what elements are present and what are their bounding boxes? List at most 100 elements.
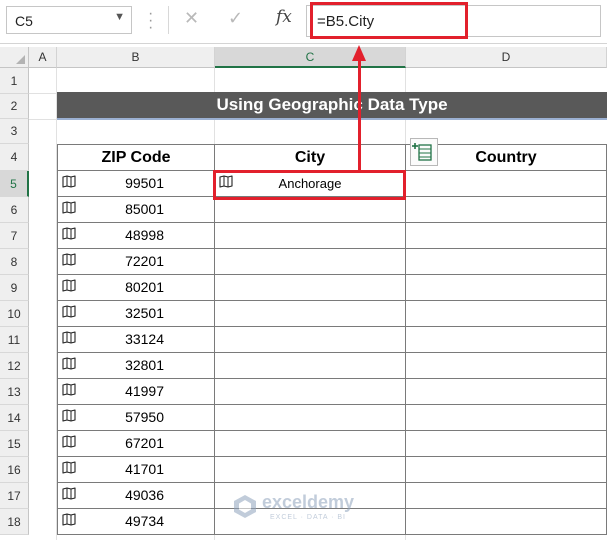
header-zip-code[interactable]: ZIP Code xyxy=(57,144,215,171)
zip-value: 41997 xyxy=(125,383,164,399)
city-cell[interactable] xyxy=(215,379,406,405)
country-cell[interactable] xyxy=(406,275,607,301)
drag-handle-icon[interactable]: · · · xyxy=(148,6,153,36)
map-icon xyxy=(62,435,76,448)
row-header-18[interactable]: 18 xyxy=(0,509,29,535)
watermark-name: exceldemy xyxy=(262,492,355,512)
city-cell[interactable] xyxy=(215,197,406,223)
column-header-d[interactable]: D xyxy=(406,47,607,68)
zip-cell[interactable]: 80201 xyxy=(57,275,215,301)
divider xyxy=(168,6,169,34)
country-cell[interactable] xyxy=(406,379,607,405)
row-header-15[interactable]: 15 xyxy=(0,431,29,457)
select-all-corner[interactable] xyxy=(0,47,29,68)
title-underline xyxy=(57,118,607,120)
name-box[interactable]: C5 ▼ xyxy=(6,6,132,34)
row-header-5[interactable]: 5 xyxy=(0,171,29,197)
map-icon xyxy=(62,279,76,292)
row-header-16[interactable]: 16 xyxy=(0,457,29,483)
row-header-9[interactable]: 9 xyxy=(0,275,29,301)
row-header-8[interactable]: 8 xyxy=(0,249,29,275)
city-cell[interactable] xyxy=(215,431,406,457)
formula-bar: C5 ▼ · · · ✕ ✓ fx =B5.City xyxy=(0,0,607,44)
insert-data-button[interactable] xyxy=(410,138,438,166)
country-cell[interactable] xyxy=(406,327,607,353)
zip-cell[interactable]: 41997 xyxy=(57,379,215,405)
zip-value: 41701 xyxy=(125,461,164,477)
country-cell[interactable] xyxy=(406,301,607,327)
column-header-a[interactable]: A xyxy=(29,47,57,68)
city-cell[interactable] xyxy=(215,223,406,249)
zip-cell[interactable]: 48998 xyxy=(57,223,215,249)
column-header-c[interactable]: C xyxy=(215,47,406,68)
zip-value: 67201 xyxy=(125,435,164,451)
country-cell[interactable] xyxy=(406,431,607,457)
map-icon xyxy=(62,487,76,500)
country-cell[interactable] xyxy=(406,249,607,275)
country-cell[interactable] xyxy=(406,223,607,249)
zip-cell[interactable]: 85001 xyxy=(57,197,215,223)
row-header-1[interactable]: 1 xyxy=(0,68,29,94)
city-cell[interactable] xyxy=(215,457,406,483)
zip-cell[interactable]: 32501 xyxy=(57,301,215,327)
row-header-10[interactable]: 10 xyxy=(0,301,29,327)
watermark-tagline: EXCEL · DATA · BI xyxy=(270,514,346,521)
zip-value: 33124 xyxy=(125,331,164,347)
watermark: exceldemy EXCEL · DATA · BI xyxy=(232,491,382,527)
country-cell[interactable] xyxy=(406,509,607,535)
city-cell[interactable] xyxy=(215,353,406,379)
row-header-7[interactable]: 7 xyxy=(0,223,29,249)
zip-cell[interactable]: 49734 xyxy=(57,509,215,535)
zip-cell[interactable]: 57950 xyxy=(57,405,215,431)
row-header-2[interactable]: 2 xyxy=(0,94,29,119)
insert-function-icon[interactable]: fx xyxy=(276,7,292,27)
zip-cell[interactable]: 32801 xyxy=(57,353,215,379)
city-cell[interactable] xyxy=(215,405,406,431)
zip-value: 57950 xyxy=(125,409,164,425)
zip-cell[interactable]: 72201 xyxy=(57,249,215,275)
map-icon xyxy=(62,513,76,526)
map-icon xyxy=(62,305,76,318)
row-header-12[interactable]: 12 xyxy=(0,353,29,379)
row-header-3[interactable]: 3 xyxy=(0,119,29,144)
map-icon xyxy=(62,383,76,396)
zip-cell[interactable]: 33124 xyxy=(57,327,215,353)
country-cell[interactable] xyxy=(406,405,607,431)
zip-value: 32501 xyxy=(125,305,164,321)
zip-cell[interactable]: 67201 xyxy=(57,431,215,457)
zip-cell[interactable]: 49036 xyxy=(57,483,215,509)
country-cell[interactable] xyxy=(406,197,607,223)
country-cell[interactable] xyxy=(406,171,607,197)
city-cell[interactable] xyxy=(215,327,406,353)
zip-value: 85001 xyxy=(125,201,164,217)
zip-value: 49036 xyxy=(125,487,164,503)
enter-icon[interactable]: ✓ xyxy=(228,8,243,29)
city-cell[interactable] xyxy=(215,301,406,327)
row-header-17[interactable]: 17 xyxy=(0,483,29,509)
insert-data-icon xyxy=(412,143,432,161)
map-icon xyxy=(62,227,76,240)
zip-value: 99501 xyxy=(125,175,164,191)
country-cell[interactable] xyxy=(406,483,607,509)
row-header-11[interactable]: 11 xyxy=(0,327,29,353)
country-cell[interactable] xyxy=(406,457,607,483)
exceldemy-logo-icon xyxy=(234,495,256,518)
zip-cell[interactable]: 41701 xyxy=(57,457,215,483)
zip-cell[interactable]: 99501 xyxy=(57,171,215,197)
country-cell[interactable] xyxy=(406,353,607,379)
row-header-6[interactable]: 6 xyxy=(0,197,29,223)
cancel-icon[interactable]: ✕ xyxy=(184,8,199,29)
chevron-down-icon[interactable]: ▼ xyxy=(114,11,125,23)
zip-value: 32801 xyxy=(125,357,164,373)
row-header-13[interactable]: 13 xyxy=(0,379,29,405)
zip-value: 72201 xyxy=(125,253,164,269)
header-city[interactable]: City xyxy=(215,144,406,171)
column-header-b[interactable]: B xyxy=(57,47,215,68)
row-header-4[interactable]: 4 xyxy=(0,144,29,171)
city-cell[interactable] xyxy=(215,249,406,275)
row-header-14[interactable]: 14 xyxy=(0,405,29,431)
map-icon xyxy=(62,357,76,370)
city-cell[interactable] xyxy=(215,275,406,301)
zip-value: 80201 xyxy=(125,279,164,295)
map-icon xyxy=(62,409,76,422)
